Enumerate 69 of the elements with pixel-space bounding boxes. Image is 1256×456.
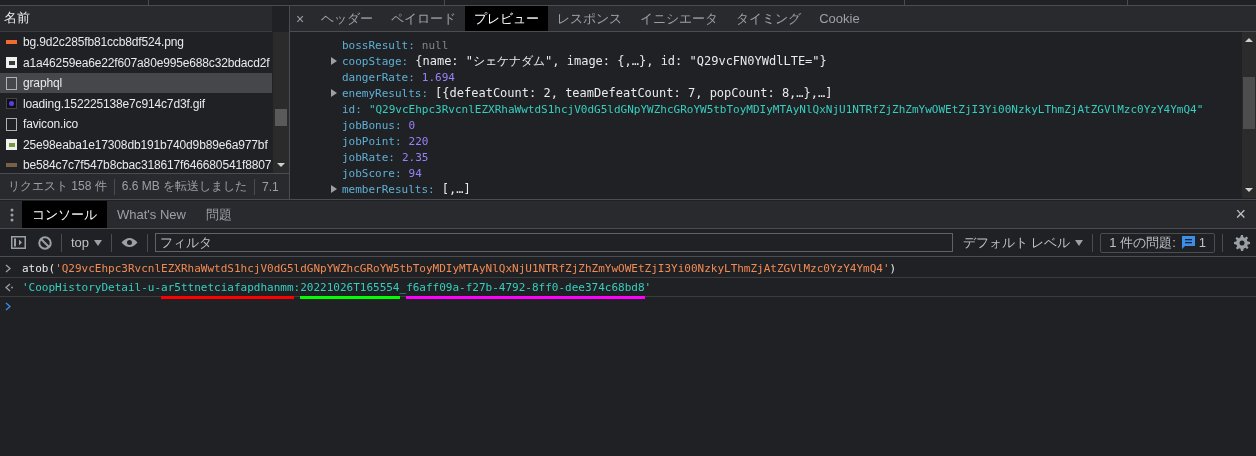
property-key: enemyResults: xyxy=(342,86,429,100)
input-prompt-icon[interactable] xyxy=(5,301,14,311)
expand-arrow-icon[interactable] xyxy=(331,57,337,65)
column-header[interactable]: 名前 xyxy=(4,9,30,28)
log-level-dropdown[interactable]: デフォルト レベル xyxy=(956,233,1090,252)
context-dropdown[interactable]: top xyxy=(65,235,109,250)
expand-arrow-icon[interactable] xyxy=(331,89,337,97)
property-key: jobBonus: xyxy=(342,118,402,132)
settings-icon[interactable] xyxy=(1234,234,1251,251)
output-arrow-icon xyxy=(5,282,14,292)
request-row[interactable]: a1a46259ea6e22f607a80e995e688c32bdacd2f xyxy=(0,52,272,73)
status-text: 6.6 MB を転送しました xyxy=(121,178,248,196)
property-key: memberResults: xyxy=(342,182,435,196)
property-value: 94 xyxy=(408,166,422,180)
tab[interactable]: Cookie xyxy=(810,6,869,31)
scrollbar[interactable] xyxy=(1242,32,1256,198)
tab[interactable]: What's New xyxy=(107,201,196,228)
property-key: jobPoint: xyxy=(342,134,402,148)
document-icon xyxy=(6,117,17,131)
clear-icon[interactable] xyxy=(38,235,52,250)
status-text: リクエスト 158 件 xyxy=(8,178,107,196)
command-text: atob('Q29vcEhpc3RvcnlEZXRhaWwtdS1hcjV0dG5ldGNpYWZhcGRoYW5tbToyMDIyMTAyNlQxNjU1NTRfZjZhZmYwOWEtZjI3Yi00NzkyLThmZjAtZGVlMzc0YzY4YmQ4') xyxy=(22,261,897,275)
property-key: jobScore: xyxy=(342,166,402,180)
property-key: bossResult: xyxy=(342,38,415,52)
tab[interactable]: ペイロード xyxy=(382,6,466,31)
property-key: jobRate: xyxy=(342,150,395,164)
property-value: 1.694 xyxy=(421,70,455,84)
scrollbar[interactable] xyxy=(273,31,289,174)
image-icon xyxy=(6,57,17,69)
request-row[interactable]: 25e98eaba1e17308db191b740d9b89e6a977bf xyxy=(0,134,272,155)
output-text: 'CoopHistoryDetail-u-ar5ttnetciafapdhanmm:20221026T165554_f6aff09a-f27b-4792-8ff0-dee374c68bd8' xyxy=(22,280,652,294)
property-value: 0 xyxy=(408,118,416,132)
request-row[interactable]: be584c7c7f547b8cbac318617f646680541f8807 xyxy=(0,154,272,174)
message-icon xyxy=(1181,236,1195,249)
issues-button[interactable]: 1 件の問題: 1 xyxy=(1100,232,1216,253)
property-value: {name: "シェケナダム", image: {,…}, id: "Q29vcFN0YWdlLTE="} xyxy=(415,52,827,70)
document-icon xyxy=(6,76,17,90)
request-row[interactable]: bg.9d2c285fb81ccb8df524.png xyxy=(0,31,272,53)
property-value: [{defeatCount: 2, teamDefeatCount: 7, popCount: 8,…},…] xyxy=(435,86,833,100)
sidebar-icon[interactable] xyxy=(11,236,26,249)
property-value: "Q29vcEhpc3RvcnlEZXRhaWwtdS1hcjV0dG5ldGNpYWZhcGRoYW5tbToyMDIyMTAyNlQxNjU1NTRfZjZhZmYwOWEtZjI3Yi00NzkyLThmZjAtZGVlMzc0YzY4YmQ4" xyxy=(368,102,1204,116)
property-value: null xyxy=(421,38,449,52)
request-row[interactable]: graphql xyxy=(0,72,272,94)
tab[interactable]: コンソール xyxy=(22,201,107,228)
request-row[interactable]: loading.152225138e7c914c7d3f.gif xyxy=(0,93,272,114)
property-value: 2.35 xyxy=(402,150,429,164)
close-button[interactable]: × xyxy=(290,6,313,31)
tab[interactable]: ヘッダー xyxy=(312,6,383,31)
eye-icon[interactable] xyxy=(121,237,139,248)
caret-icon xyxy=(94,239,103,246)
tab[interactable]: タイミング xyxy=(727,6,811,31)
tab[interactable]: レスポンス xyxy=(548,6,632,31)
tab[interactable]: イニシエータ xyxy=(631,6,728,31)
input-prompt-icon xyxy=(5,263,14,273)
property-key: id: xyxy=(342,102,362,116)
status-text: 7.1 xyxy=(262,179,279,194)
image-icon xyxy=(6,98,17,110)
filter-field[interactable]: フィルタ xyxy=(155,233,953,252)
property-key: coopStage: xyxy=(342,54,409,68)
tab[interactable]: 問題 xyxy=(195,201,242,228)
property-value: [,…] xyxy=(441,182,471,196)
property-key: dangerRate: xyxy=(342,70,415,84)
property-value: 220 xyxy=(408,134,429,148)
image-icon xyxy=(6,139,17,151)
tab[interactable]: プレビュー xyxy=(465,6,549,31)
expand-arrow-icon[interactable] xyxy=(331,185,337,193)
close-button[interactable]: × xyxy=(1225,201,1256,228)
request-row[interactable]: favicon.ico xyxy=(0,113,272,135)
caret-icon xyxy=(1075,239,1084,246)
